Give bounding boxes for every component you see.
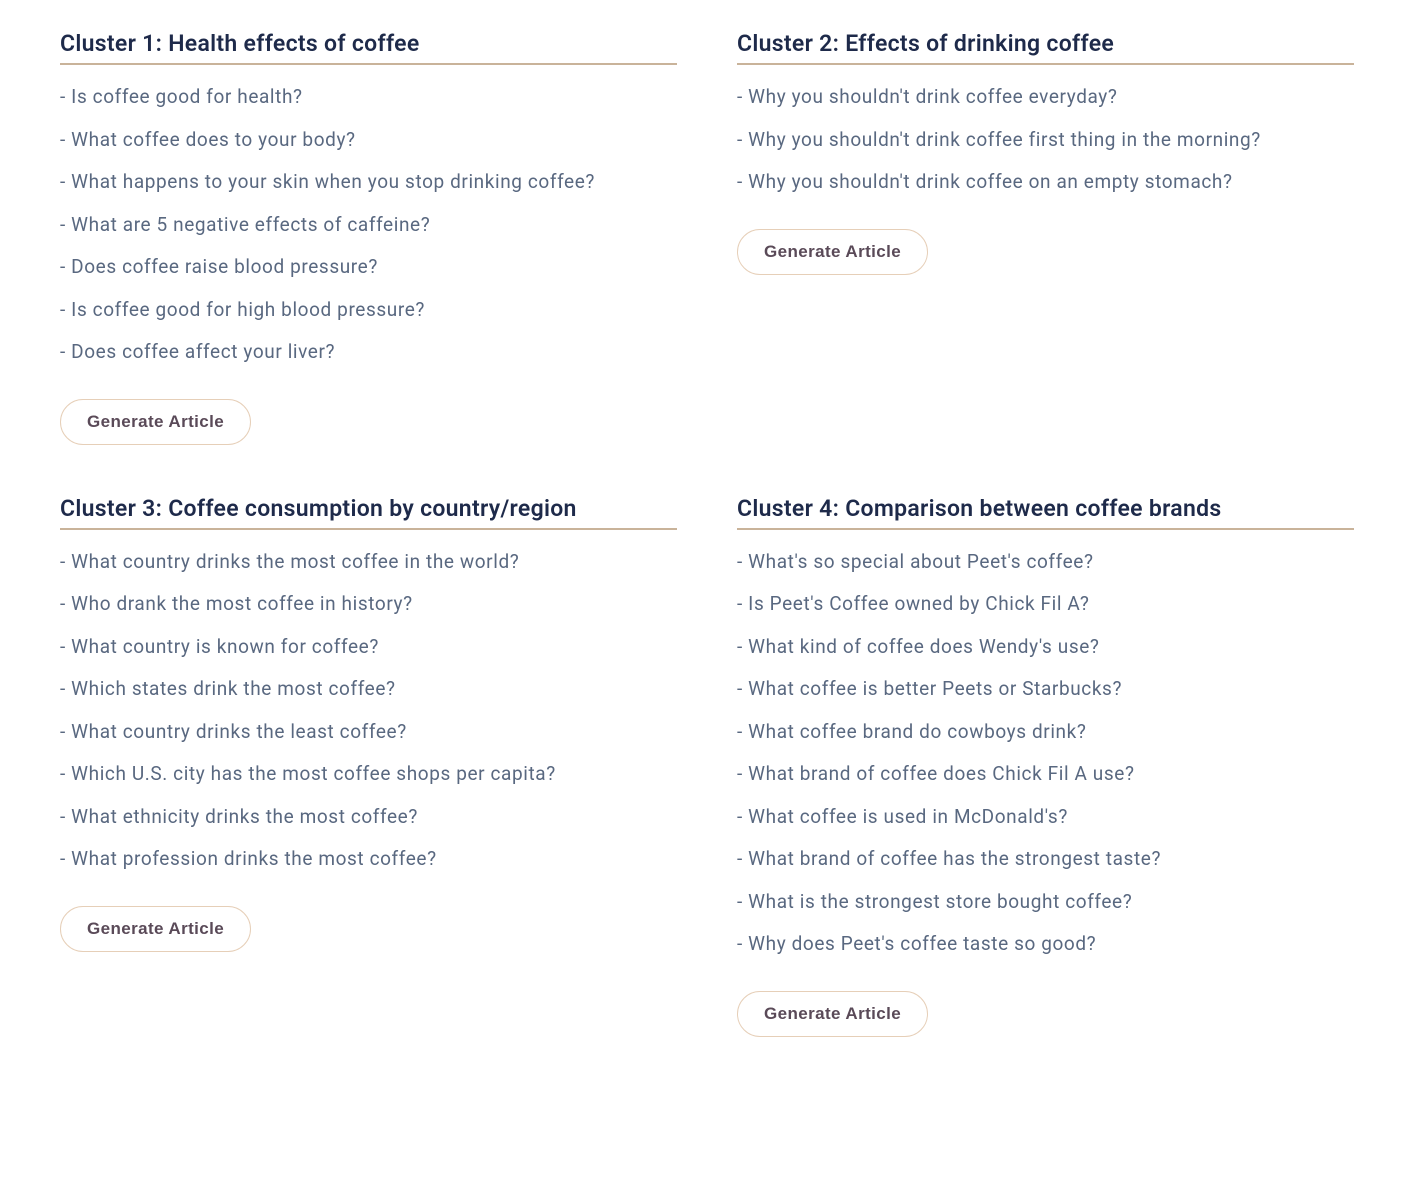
list-item: - What ethnicity drinks the most coffee? [60,803,677,832]
question-text: What coffee is used in McDonald's? [748,805,1068,828]
generate-article-button[interactable]: Generate Article [60,399,251,445]
list-item: - What brand of coffee has the strongest… [737,845,1354,874]
list-item: - What kind of coffee does Wendy's use? [737,633,1354,662]
list-item: - Which U.S. city has the most coffee sh… [60,760,677,789]
cluster-title: Cluster 2: Effects of drinking coffee [737,30,1354,65]
question-text: Why you shouldn't drink coffee on an emp… [748,170,1232,193]
question-text: What happens to your skin when you stop … [71,170,595,193]
question-text: What are 5 negative effects of caffeine? [71,213,430,236]
list-item: - What profession drinks the most coffee… [60,845,677,874]
list-item: - Why you shouldn't drink coffee on an e… [737,168,1354,197]
question-text: Is coffee good for high blood pressure? [71,298,425,321]
question-text: Which U.S. city has the most coffee shop… [71,762,556,785]
question-text: Why does Peet's coffee taste so good? [748,932,1096,955]
question-text: What is the strongest store bought coffe… [748,890,1132,913]
list-item: - What's so special about Peet's coffee? [737,548,1354,577]
list-item: - Why you shouldn't drink coffee everyda… [737,83,1354,112]
list-item: - What coffee is used in McDonald's? [737,803,1354,832]
question-text: Who drank the most coffee in history? [71,592,413,615]
question-text: What profession drinks the most coffee? [71,847,437,870]
list-item: - Is coffee good for high blood pressure… [60,296,677,325]
list-item: - What coffee brand do cowboys drink? [737,718,1354,747]
list-item: - What are 5 negative effects of caffein… [60,211,677,240]
question-text: Why you shouldn't drink coffee first thi… [748,128,1261,151]
question-text: What ethnicity drinks the most coffee? [71,805,418,828]
question-text: What's so special about Peet's coffee? [748,550,1093,573]
question-text: What coffee brand do cowboys drink? [748,720,1086,743]
question-text: What kind of coffee does Wendy's use? [748,635,1099,658]
list-item: - Does coffee affect your liver? [60,338,677,367]
question-text: Is Peet's Coffee owned by Chick Fil A? [748,592,1089,615]
question-text: What brand of coffee does Chick Fil A us… [748,762,1134,785]
list-item: - What brand of coffee does Chick Fil A … [737,760,1354,789]
list-item: - Is Peet's Coffee owned by Chick Fil A? [737,590,1354,619]
question-text: What country drinks the most coffee in t… [71,550,519,573]
list-item: - What country drinks the most coffee in… [60,548,677,577]
cluster-3: Cluster 3: Coffee consumption by country… [60,495,677,1037]
list-item: - What is the strongest store bought cof… [737,888,1354,917]
list-item: - What happens to your skin when you sto… [60,168,677,197]
question-text: Is coffee good for health? [71,85,302,108]
list-item: - What coffee is better Peets or Starbuc… [737,675,1354,704]
list-item: - What country is known for coffee? [60,633,677,662]
question-text: Does coffee affect your liver? [71,340,335,363]
list-item: - What coffee does to your body? [60,126,677,155]
cluster-title: Cluster 3: Coffee consumption by country… [60,495,677,530]
question-text: What coffee does to your body? [71,128,355,151]
question-text: Which states drink the most coffee? [71,677,395,700]
question-text: What country is known for coffee? [71,635,379,658]
list-item: - Is coffee good for health? [60,83,677,112]
list-item: - Does coffee raise blood pressure? [60,253,677,282]
cluster-4: Cluster 4: Comparison between coffee bra… [737,495,1354,1037]
generate-article-button[interactable]: Generate Article [60,906,251,952]
generate-article-button[interactable]: Generate Article [737,991,928,1037]
cluster-1: Cluster 1: Health effects of coffee - Is… [60,30,677,445]
question-text: Does coffee raise blood pressure? [71,255,378,278]
list-item: - Which states drink the most coffee? [60,675,677,704]
clusters-grid: Cluster 1: Health effects of coffee - Is… [60,30,1354,1037]
cluster-2: Cluster 2: Effects of drinking coffee - … [737,30,1354,445]
cluster-title: Cluster 1: Health effects of coffee [60,30,677,65]
list-item: - Why does Peet's coffee taste so good? [737,930,1354,959]
cluster-title: Cluster 4: Comparison between coffee bra… [737,495,1354,530]
generate-article-button[interactable]: Generate Article [737,229,928,275]
question-text: What coffee is better Peets or Starbucks… [748,677,1122,700]
list-item: - What country drinks the least coffee? [60,718,677,747]
question-text: Why you shouldn't drink coffee everyday? [748,85,1117,108]
list-item: - Why you shouldn't drink coffee first t… [737,126,1354,155]
question-text: What brand of coffee has the strongest t… [748,847,1161,870]
list-item: - Who drank the most coffee in history? [60,590,677,619]
question-text: What country drinks the least coffee? [71,720,407,743]
